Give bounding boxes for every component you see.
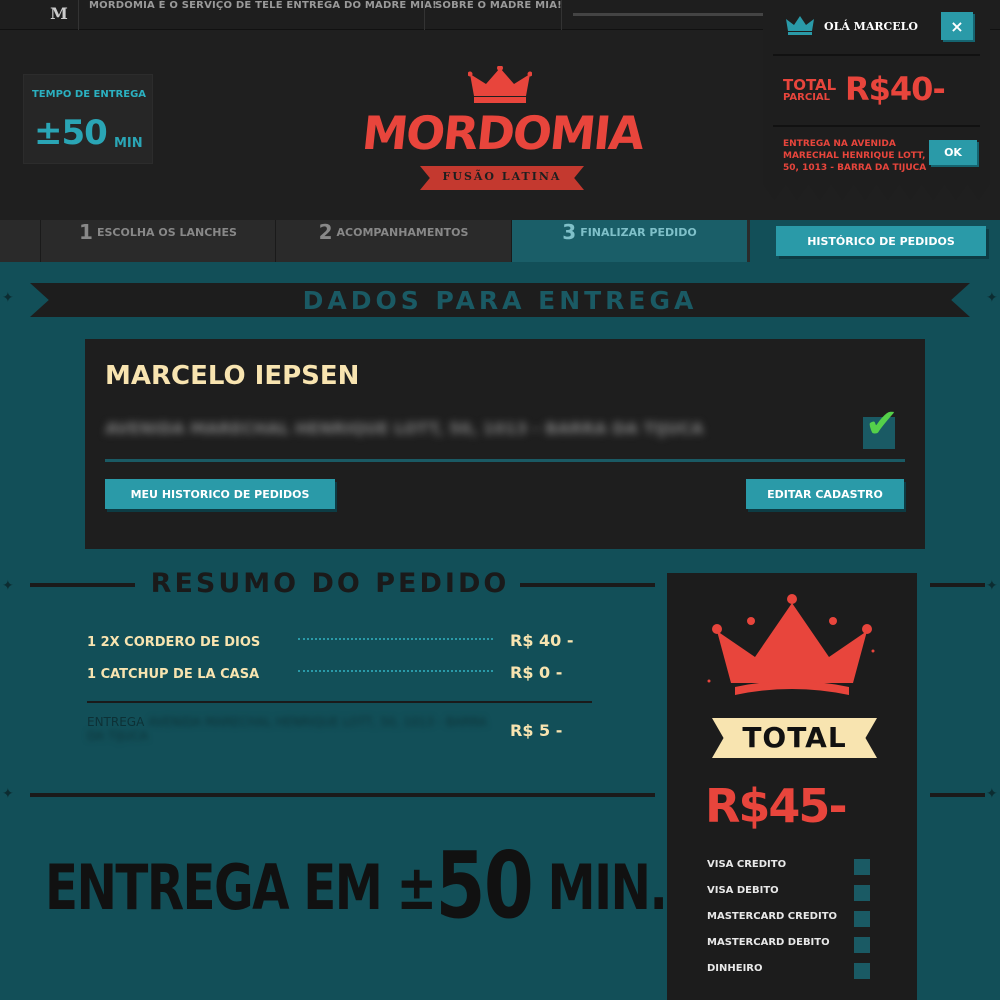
order-item-name: 1 2X CORDERO DE DIOS [87,635,261,650]
cart-delivery-address: ENTREGA NA AVENIDA MARECHAL HENRIQUE LOT… [783,139,927,173]
payment-option-label: VISA DEBITO [707,885,779,896]
crown-icon [707,594,875,695]
payment-option-checkbox[interactable] [854,937,870,953]
delivery-time-box: TEMPO DE ENTREGA ±50 MIN [23,74,153,164]
partial-total-label: TOTAL PARCIAL [783,78,836,104]
ok-button[interactable]: OK [929,140,977,165]
divider [424,0,425,30]
divider [930,793,985,797]
divider [561,0,562,30]
star-ornament-icon: ✦ [2,578,14,594]
divider [573,13,763,16]
tab-choose-snacks[interactable]: 1 ESCOLHA OS LANCHES [40,220,275,262]
monogram-logo-icon[interactable]: M [48,4,70,26]
brand-name: MORDOMIA [359,106,646,160]
divider [520,583,655,587]
tab-side-dishes[interactable]: 2 ACOMPANHAMENTOS [275,220,511,262]
delivery-fee-label: ENTREGA AVENIDA MARECHAL HENRIQUE LOTT, … [87,715,487,743]
delivery-eta: ENTREGA EM ±50 MIN. [45,832,668,939]
payment-option-checkbox[interactable] [854,963,870,979]
payment-option-checkbox[interactable] [854,911,870,927]
dotted-leader [298,670,493,672]
divider [30,583,135,587]
customer-name: MARCELO IEPSEN [105,361,360,391]
delivery-fee-price: R$ 5 - [510,721,563,740]
step-number: 1 [79,220,93,244]
close-button[interactable]: × [941,12,973,40]
edit-profile-button[interactable]: EDITAR CADASTRO [746,479,904,509]
payment-option-checkbox[interactable] [854,859,870,875]
divider [30,793,655,797]
star-ornament-icon: ✦ [986,290,998,306]
step-label: ESCOLHA OS LANCHES [96,226,237,239]
order-summary-title: RESUMO DO PEDIDO [150,568,510,599]
order-history-button[interactable]: HISTÓRICO DE PEDIDOS [776,226,986,256]
divider [78,0,79,30]
checkmark-icon: ✔ [865,401,899,447]
user-greeting: OLÁ MARCELO [824,20,918,33]
tab-finish-order[interactable]: 3 FINALIZAR PEDIDO [511,220,747,262]
star-ornament-icon: ✦ [986,578,998,594]
eta-suffix: MIN. [547,851,668,924]
star-ornament-icon: ✦ [986,786,998,802]
total-value: R$45- [705,779,848,833]
delivery-fee-address: AVENIDA MARECHAL HENRIQUE LOTT, 50, 1013… [87,715,487,743]
delivery-time-unit: MIN [114,136,143,151]
eta-prefix: ENTREGA EM ± [45,851,437,924]
dotted-leader [298,638,493,640]
crown-icon [786,16,814,35]
payment-option-label: MASTERCARD DEBITO [707,937,830,948]
step-label: FINALIZAR PEDIDO [580,226,697,239]
delivery-card: MARCELO IEPSEN AVENIDA MARECHAL HENRIQUE… [85,339,925,549]
partial-total-sublabel: PARCIAL [783,92,831,103]
eta-value: 50 [435,832,534,939]
about-madre-mia-link[interactable]: SOBRE O MADRE MIA! [435,0,562,30]
divider [773,54,980,56]
customer-address: AVENIDA MARECHAL HENRIQUE LOTT, 50, 1013… [105,419,704,438]
step-label: ACOMPANHAMENTOS [336,226,469,239]
order-item-name: 1 CATCHUP DE LA CASA [87,667,260,682]
about-service-link[interactable]: MORDOMIA É O SERVIÇO DE TELE ENTREGA DO … [89,0,437,30]
divider [930,583,985,587]
payment-option-label: VISA CREDITO [707,859,787,870]
total-label: TOTAL [742,721,847,754]
crown-icon [468,66,532,103]
star-ornament-icon: ✦ [2,786,14,802]
brand-tagline: FUSÃO LATINA [442,170,562,183]
total-panel: TOTAL R$45- VISA CREDITO VISA DEBITO MAS… [667,573,917,1000]
brand-logo[interactable]: MORDOMIA FUSÃO LATINA [340,66,660,216]
partial-total-value: R$40- [845,70,946,108]
step-number: 3 [562,220,577,244]
divider [87,701,592,703]
delivery-data-banner: DADOS PARA ENTREGA [30,283,970,317]
delivery-data-title: DADOS PARA ENTREGA [302,286,698,315]
payment-option-label: DINHEIRO [707,963,763,974]
payment-option-label: MASTERCARD CREDITO [707,911,838,922]
order-item-price: R$ 0 - [510,663,563,682]
payment-option-checkbox[interactable] [854,885,870,901]
delivery-fee-title: ENTREGA [87,715,145,729]
order-item-price: R$ 40 - [510,631,574,650]
delivery-time-value: ±50 [34,113,108,153]
delivery-time-label: TEMPO DE ENTREGA [31,89,147,100]
star-ornament-icon: ✦ [2,290,14,306]
divider [773,125,980,127]
step-number: 2 [318,220,333,244]
cart-panel: OLÁ MARCELO × TOTAL PARCIAL R$40- ENTREG… [763,0,990,200]
my-order-history-button[interactable]: MEU HISTORICO DE PEDIDOS [105,479,335,509]
divider [105,459,905,462]
checkout-steps: 1 ESCOLHA OS LANCHES 2 ACOMPANHAMENTOS 3 FI… [0,220,750,262]
